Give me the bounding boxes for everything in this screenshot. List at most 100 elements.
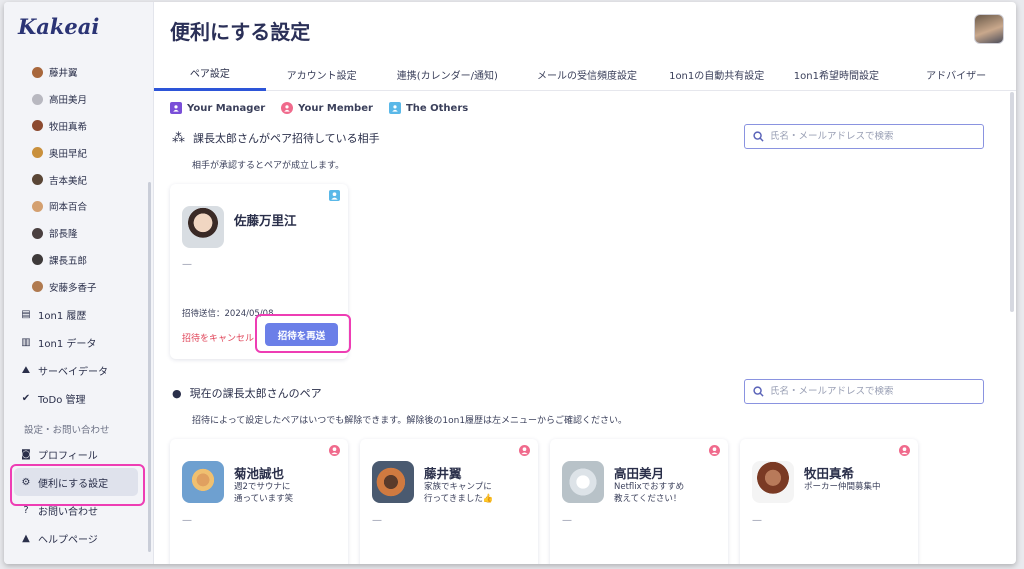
sidebar-nav-item[interactable]: ▥ 1on1 データ: [18, 328, 146, 356]
avatar: [182, 206, 224, 248]
user-avatar[interactable]: [974, 14, 1004, 44]
pending-section-desc: 相手が承認するとペアが成立します。: [192, 161, 345, 171]
page-title: 便利にする設定: [170, 20, 311, 44]
sidebar-nav-item[interactable]: ✔ ToDo 管理: [18, 384, 146, 412]
settings-section-label: 設定・お問い合わせ: [24, 425, 110, 436]
survey-icon: ⛰: [21, 364, 31, 376]
pair-card[interactable]: 藤井翼 家族でキャンプに 行ってきました👍 —: [360, 439, 538, 564]
card-dash: —: [372, 515, 382, 526]
member-avatar: [32, 174, 43, 186]
member-list: 藤井翼高田美月牧田真希奥田早紀吉本美紀岡本百合部長隆課長五郎安藤多香子: [32, 59, 97, 300]
sidebar-member-item[interactable]: 藤井翼: [32, 59, 97, 86]
sidebar-member-item[interactable]: 部長隆: [32, 220, 97, 247]
card-name: 藤井翼: [424, 466, 462, 481]
sidebar-nav-label: 1on1 履歴: [38, 310, 87, 322]
sidebar-member-item[interactable]: 牧田真希: [32, 113, 97, 140]
member-badge-icon: [519, 445, 530, 456]
current-section-title: ● 現在の課長太郎さんのペア: [172, 386, 322, 401]
member-avatar: [32, 147, 43, 159]
current-section-desc: 招待によって設定したペアはいつでも解除できます。解除後の1on1履歴は左メニュー…: [192, 416, 628, 426]
card-message: —: [182, 259, 192, 270]
highlight-sidebar-settings: [10, 464, 145, 506]
sidebar-member-item[interactable]: 安藤多香子: [32, 273, 97, 300]
tab-item[interactable]: 1on1希望時間設定: [777, 57, 897, 91]
avatar: [182, 461, 224, 503]
search-icon: [753, 386, 764, 397]
tab-item[interactable]: ペア設定: [154, 57, 266, 91]
graduation-cap-icon: ▲: [22, 532, 30, 544]
main-scrollbar[interactable]: [1010, 92, 1014, 312]
tab-item[interactable]: メールの受信頻度設定: [517, 57, 657, 91]
app-logo[interactable]: Kakeai: [18, 14, 99, 39]
pending-search[interactable]: [744, 124, 984, 149]
card-dash: —: [562, 515, 572, 526]
pair-card[interactable]: 牧田真希 ポーカー仲間募集中 —: [740, 439, 918, 564]
sidebar-member-item[interactable]: 高田美月: [32, 86, 97, 113]
card-message: 家族でキャンプに 行ってきました👍: [424, 482, 494, 504]
member-avatar: [32, 66, 43, 78]
sidebar-member-label: 課長五郎: [49, 255, 88, 267]
person-icon: ●: [172, 386, 182, 400]
manager-icon: [170, 102, 182, 114]
sidebar-scrollbar[interactable]: [148, 182, 151, 552]
card-name: 高田美月: [614, 466, 665, 481]
sidebar-member-item[interactable]: 吉本美紀: [32, 166, 97, 193]
avatar: [562, 461, 604, 503]
card-message: ポーカー仲間募集中: [804, 482, 881, 492]
highlight-resend-button: [255, 314, 351, 353]
sidebar-nav-item[interactable]: ▲ ヘルプページ: [18, 524, 146, 552]
legend-label: Your Member: [298, 102, 373, 114]
card-message: Netflixでおすすめ 教えてください！: [614, 482, 685, 504]
pending-section-title: ⁂ 課長太郎さんがペア招待している相手: [172, 130, 380, 146]
sidebar-member-label: 藤井翼: [49, 68, 78, 80]
card-name: 牧田真希: [804, 466, 855, 481]
pending-search-input[interactable]: [770, 131, 970, 142]
sidebar-nav-item[interactable]: ⛰ サーベイデータ: [18, 356, 146, 384]
card-message: 週2でサウナに 通っています笑: [234, 482, 294, 504]
tab-item[interactable]: 連携(カレンダー/通知): [377, 57, 517, 91]
member-avatar: [32, 254, 43, 266]
member-avatar: [32, 120, 43, 132]
legend-item: Your Manager: [170, 102, 265, 114]
tab-item[interactable]: アドバイザー: [896, 57, 1016, 91]
sidebar-member-label: 部長隆: [49, 229, 78, 241]
sidebar-member-label: 安藤多香子: [49, 282, 97, 294]
sidebar-member-label: 奥田早紀: [49, 148, 88, 160]
tab-item[interactable]: アカウント設定: [266, 57, 378, 91]
the-others-badge-icon: [329, 190, 340, 201]
sidebar-member-label: 岡本百合: [49, 202, 88, 214]
member-badge-icon: [329, 445, 340, 456]
pair-card[interactable]: 高田美月 Netflixでおすすめ 教えてください！ —: [550, 439, 728, 564]
sidebar-nav-label: ヘルプページ: [38, 534, 98, 546]
tab-item[interactable]: 1on1の自動共有設定: [657, 57, 777, 91]
member-icon: [281, 102, 294, 114]
profile-icon: ◙: [21, 448, 31, 460]
sidebar-nav-label: サーベイデータ: [38, 366, 108, 378]
card-dash: —: [182, 515, 192, 526]
sidebar-member-item[interactable]: 奥田早紀: [32, 139, 97, 166]
cancel-invite-link[interactable]: 招待をキャンセル: [182, 331, 254, 344]
sidebar-nav-label: ToDo 管理: [38, 394, 86, 406]
check-circle-icon: ✔: [21, 392, 31, 404]
main-content: 便利にする設定 ペア設定 アカウント設定 連携(カレンダー/通知) メールの受信頻度設…: [154, 2, 1016, 564]
member-avatar: [32, 200, 43, 212]
member-badge-icon: [899, 445, 910, 456]
sidebar-member-item[interactable]: 課長五郎: [32, 247, 97, 274]
member-avatar: [32, 281, 43, 293]
sidebar-member-label: 吉本美紀: [49, 175, 88, 187]
card-dash: —: [752, 515, 762, 526]
sidebar-member-item[interactable]: 岡本百合: [32, 193, 97, 220]
current-search[interactable]: [744, 379, 984, 404]
member-badge-icon: [709, 445, 720, 456]
avatar: [752, 461, 794, 503]
member-avatar: [32, 227, 43, 239]
settings-tabs: ペア設定 アカウント設定 連携(カレンダー/通知) メールの受信頻度設定 1on1の自動…: [154, 57, 1016, 91]
card-name: 菊池誠也: [234, 466, 285, 481]
sidebar-nav-item[interactable]: ▤ 1on1 履歴: [18, 300, 146, 328]
search-icon: [753, 131, 764, 142]
sidebar-member-label: 牧田真希: [49, 121, 88, 133]
pair-card[interactable]: 菊池誠也 週2でサウナに 通っています笑 —: [170, 439, 348, 564]
current-search-input[interactable]: [770, 386, 970, 397]
sidebar-nav-label: プロフィール: [38, 450, 98, 462]
role-legend: Your Manager Your Member The Others: [170, 102, 468, 114]
